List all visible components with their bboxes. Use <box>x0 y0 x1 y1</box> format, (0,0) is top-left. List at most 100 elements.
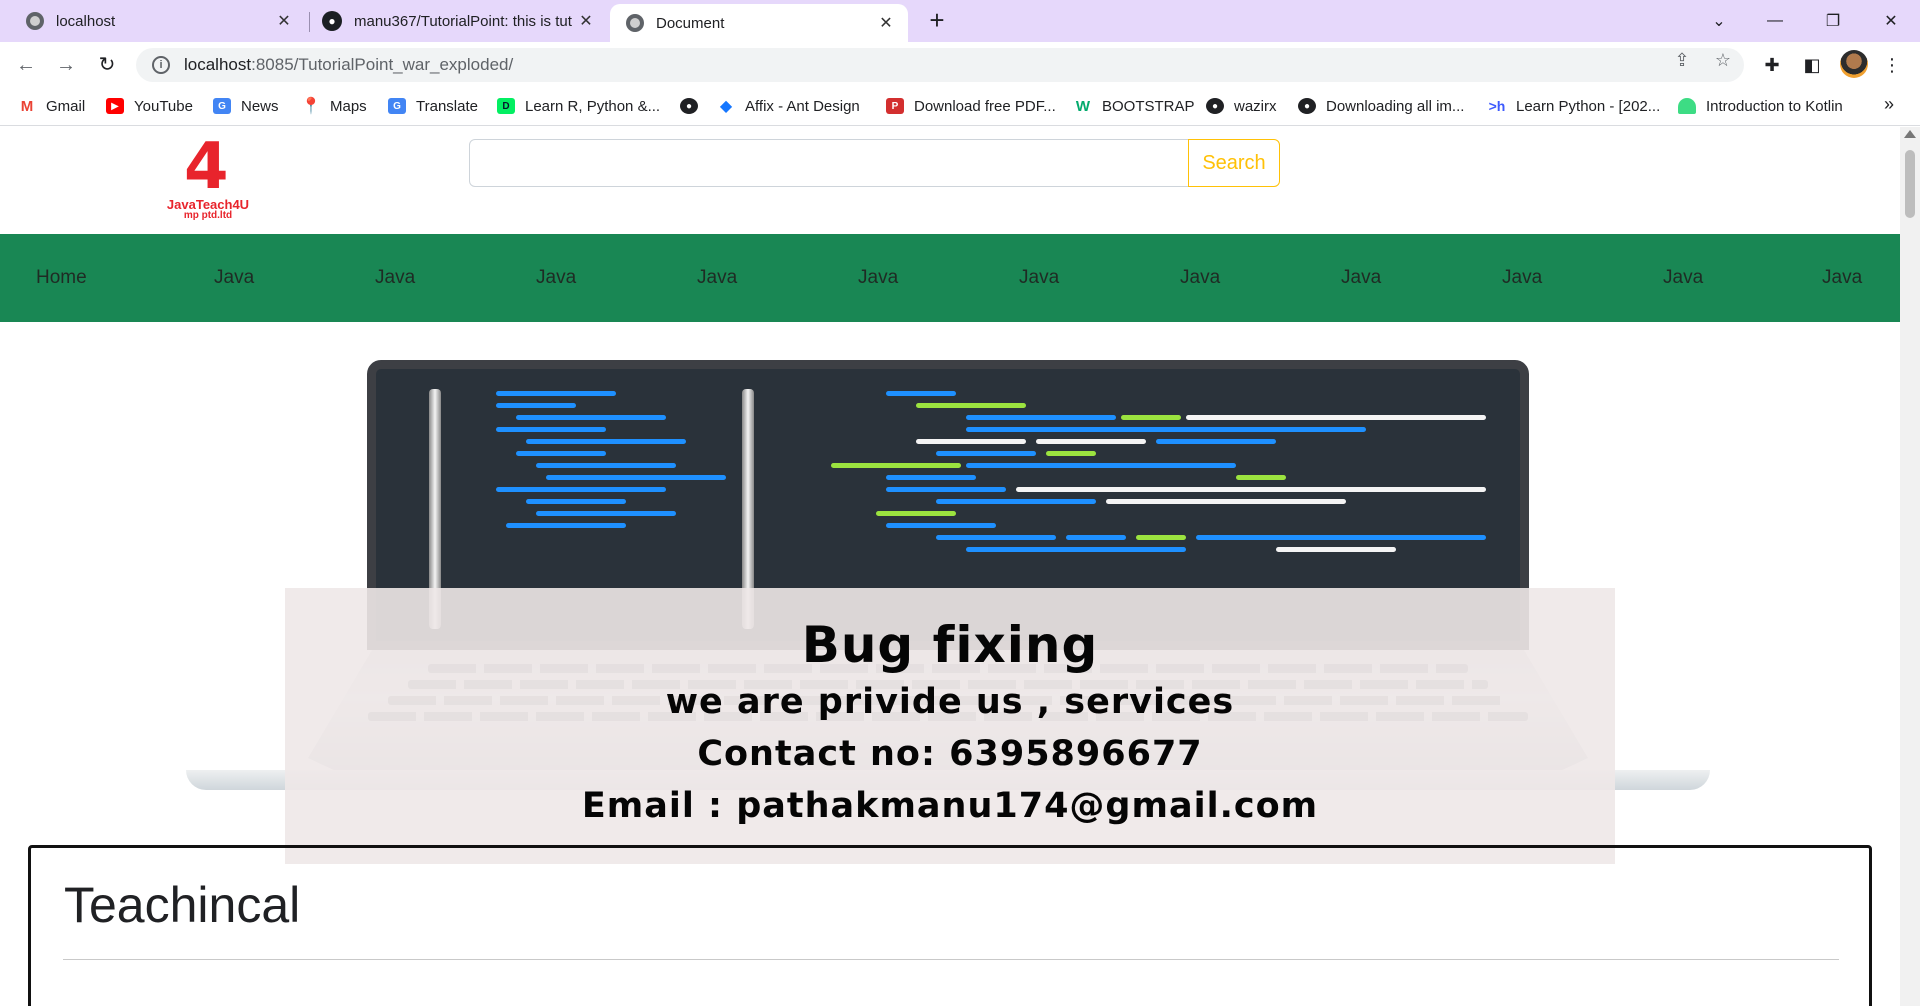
nav-java[interactable]: Java <box>1663 234 1703 322</box>
tab-separator <box>309 12 310 32</box>
code-line <box>916 403 1026 408</box>
hero-email: Email : pathakmanu174@gmail.com <box>581 786 1319 826</box>
bookmark-gmail[interactable]: M Gmail <box>18 88 85 124</box>
minimize-button[interactable]: — <box>1752 0 1798 42</box>
globe-icon: ● <box>1206 98 1224 114</box>
code-line <box>516 451 606 456</box>
tab-search-icon[interactable]: ⌄ <box>1696 0 1742 42</box>
nav-java[interactable]: Java <box>1019 234 1059 322</box>
bookmark-news[interactable]: G News <box>213 88 279 124</box>
browser-toolbar: ← → ↻ i localhost:8085/TutorialPoint_war… <box>0 42 1920 88</box>
bookmark-learn-python[interactable]: >h Learn Python - [202... <box>1488 88 1661 124</box>
gmail-icon: M <box>18 98 36 115</box>
close-icon[interactable]: ✕ <box>876 13 896 33</box>
search-input[interactable] <box>469 139 1189 187</box>
bookmark-label: BOOTSTRAP <box>1102 97 1195 115</box>
avatar[interactable] <box>1840 50 1868 78</box>
hackr-icon: >h <box>1488 98 1506 114</box>
scroll-up-icon[interactable] <box>1904 130 1916 138</box>
translate-icon: G <box>388 98 406 114</box>
page-scrollbar[interactable] <box>1900 127 1920 1006</box>
search-button[interactable]: Search <box>1188 139 1280 187</box>
info-icon[interactable]: i <box>152 56 170 74</box>
close-window-button[interactable]: ✕ <box>1868 0 1914 42</box>
code-line <box>936 499 1096 504</box>
code-line <box>886 391 956 396</box>
bookmark-youtube[interactable]: ▶ YouTube <box>106 88 193 124</box>
bookmark-label: Maps <box>330 97 367 115</box>
share-icon[interactable]: ⇪ <box>1670 50 1694 71</box>
code-line <box>536 511 676 516</box>
bookmark-wazirx[interactable]: ● wazirx <box>1206 88 1277 124</box>
nav-java[interactable]: Java <box>536 234 576 322</box>
bookmark-downloading[interactable]: ● Downloading all im... <box>1298 88 1464 124</box>
address-bar[interactable]: i localhost:8085/TutorialPoint_war_explo… <box>136 48 1744 82</box>
bookmark-star-icon[interactable]: ☆ <box>1711 50 1735 71</box>
bookmark-maps[interactable]: 📍 Maps <box>301 88 367 124</box>
nav-java[interactable]: Java <box>1180 234 1220 322</box>
divider <box>63 959 1839 960</box>
nav-java[interactable]: Java <box>1502 234 1542 322</box>
code-line <box>1196 535 1486 540</box>
code-line <box>1156 439 1276 444</box>
tab-strip: localhost ✕ ● manu367/TutorialPoint: thi… <box>0 0 1920 42</box>
bookmark-label: News <box>241 97 279 115</box>
hero-title: Bug fixing <box>801 616 1099 674</box>
globe-icon <box>26 12 44 30</box>
nav-java[interactable]: Java <box>1341 234 1381 322</box>
bookmark-pdf[interactable]: P Download free PDF... <box>886 88 1056 124</box>
restore-button[interactable]: ❐ <box>1810 0 1856 42</box>
new-tab-button[interactable]: + <box>922 6 952 36</box>
bookmark-label: Learn Python - [202... <box>1516 97 1661 115</box>
code-line <box>886 475 976 480</box>
bookmark-datacamp[interactable]: D Learn R, Python &... <box>497 88 660 124</box>
code-line <box>496 391 616 396</box>
bookmark-antdesign[interactable]: ◆ Affix - Ant Design <box>717 88 860 124</box>
nav-home[interactable]: Home <box>36 234 87 322</box>
code-line <box>1186 415 1486 420</box>
code-line <box>1066 535 1126 540</box>
code-line <box>886 487 1006 492</box>
code-line <box>496 427 606 432</box>
hero-services: we are privide us , services <box>665 682 1235 722</box>
bookmark-bootstrap[interactable]: W BOOTSTRAP <box>1074 88 1195 124</box>
content-card: Teachincal <box>28 845 1872 1006</box>
bookmark-kotlin[interactable]: Introduction to Kotlin <box>1678 88 1843 124</box>
hero-banner: Bug fixing we are privide us , services … <box>0 322 1900 864</box>
nav-java[interactable]: Java <box>214 234 254 322</box>
logo-subtext: mp ptd.ltd <box>183 210 233 221</box>
nav-java[interactable]: Java <box>375 234 415 322</box>
close-icon[interactable]: ✕ <box>576 11 596 31</box>
bookmark-label: wazirx <box>1234 97 1277 115</box>
menu-icon[interactable]: ⋮ <box>1880 53 1904 77</box>
code-line <box>876 511 956 516</box>
side-panel-icon[interactable]: ◧ <box>1800 53 1824 77</box>
code-line <box>1121 415 1181 420</box>
code-line <box>966 463 1236 468</box>
bookmark-globe[interactable]: ● <box>680 88 708 124</box>
reload-icon[interactable]: ↻ <box>93 51 121 79</box>
scroll-thumb[interactable] <box>1905 150 1915 218</box>
nav-java[interactable]: Java <box>858 234 898 322</box>
chevron-right-icon[interactable]: » <box>1884 94 1894 115</box>
tab-document[interactable]: Document ✕ <box>610 4 908 42</box>
nav-java[interactable]: Java <box>697 234 737 322</box>
nav-java[interactable]: Java <box>1822 234 1862 322</box>
w3schools-icon: W <box>1075 97 1091 115</box>
bookmark-label: Translate <box>416 97 478 115</box>
datacamp-icon: D <box>497 98 515 114</box>
bookmark-translate[interactable]: G Translate <box>388 88 478 124</box>
bookmark-label: YouTube <box>134 97 193 115</box>
code-line <box>886 523 996 528</box>
code-line <box>1276 547 1396 552</box>
forward-icon[interactable]: → <box>52 51 80 79</box>
page-viewport: 4 JavaTeach4U mp ptd.ltd Search Home Jav… <box>0 127 1920 1006</box>
code-line <box>916 439 1026 444</box>
tab-github[interactable]: ● manu367/TutorialPoint: this is tut ✕ <box>312 0 608 42</box>
site-logo[interactable]: 4 JavaTeach4U mp ptd.ltd <box>158 131 258 224</box>
extensions-icon[interactable]: ✚ <box>1760 53 1784 77</box>
code-line <box>526 439 686 444</box>
tab-localhost[interactable]: localhost ✕ <box>0 0 306 42</box>
back-icon[interactable]: ← <box>12 51 40 79</box>
close-icon[interactable]: ✕ <box>274 11 294 31</box>
